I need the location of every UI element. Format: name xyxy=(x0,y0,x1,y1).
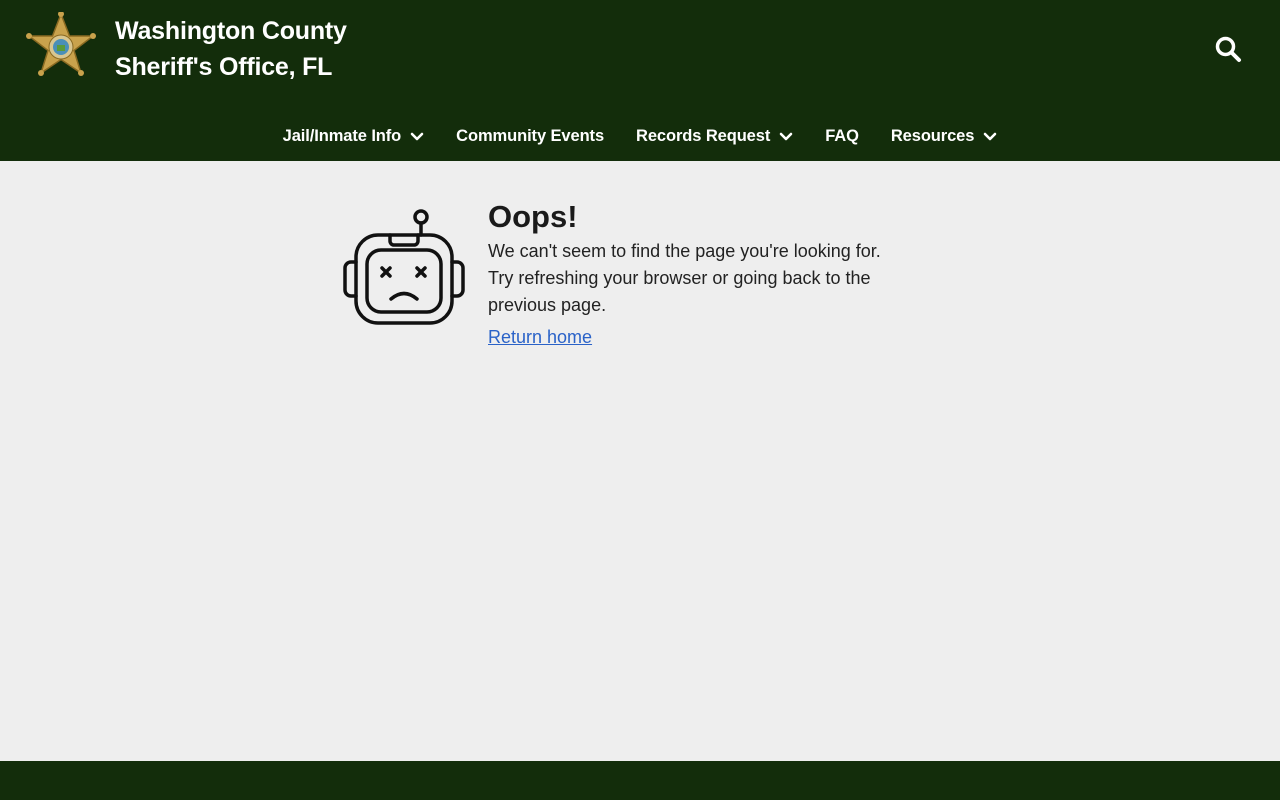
nav-item-faq[interactable]: FAQ xyxy=(825,127,859,146)
nav-item-label: Resources xyxy=(890,126,975,145)
main-nav: Jail/Inmate Info Community Events Record… xyxy=(0,118,1280,154)
error-message-line2: Try refreshing your browser or going bac… xyxy=(488,268,871,288)
return-home-link[interactable]: Return home xyxy=(488,327,592,348)
error-content: Oops! We can't seem to find the page you… xyxy=(343,198,958,348)
error-message: We can't seem to find the page you're lo… xyxy=(488,238,958,319)
chevron-down-icon xyxy=(779,132,793,140)
site-title: Washington County Sheriff's Office, FL xyxy=(115,13,347,85)
nav-item-resources[interactable]: Resources xyxy=(891,127,997,146)
nav-item-label: Jail/Inmate Info xyxy=(282,126,402,145)
nav-item-jail-inmate-info[interactable]: Jail/Inmate Info xyxy=(283,127,425,146)
search-icon xyxy=(1215,36,1241,62)
site-footer xyxy=(0,761,1280,800)
sad-robot-icon xyxy=(343,209,465,325)
nav-item-community-events[interactable]: Community Events xyxy=(456,127,604,146)
error-text: Oops! We can't seem to find the page you… xyxy=(488,198,958,348)
nav-item-label: Records Request xyxy=(636,126,771,145)
nav-item-label: FAQ xyxy=(825,126,859,145)
error-message-line1: We can't seem to find the page you're lo… xyxy=(488,241,881,261)
home-logo-link[interactable]: Washington County Sheriff's Office, FL xyxy=(24,12,347,85)
chevron-down-icon xyxy=(984,132,997,140)
error-heading: Oops! xyxy=(488,199,578,234)
chevron-down-icon xyxy=(410,132,424,140)
site-title-line1: Washington County xyxy=(115,17,347,45)
site-header: Washington County Sheriff's Office, FL J… xyxy=(0,0,1280,161)
sheriff-star-badge-icon xyxy=(26,12,96,76)
nav-item-label: Community Events xyxy=(456,126,605,145)
search-button[interactable] xyxy=(1212,33,1244,65)
error-message-line3: previous page. xyxy=(488,295,607,315)
nav-item-records-request[interactable]: Records Request xyxy=(636,127,793,146)
site-title-line2: Sheriff's Office, FL xyxy=(115,53,333,81)
